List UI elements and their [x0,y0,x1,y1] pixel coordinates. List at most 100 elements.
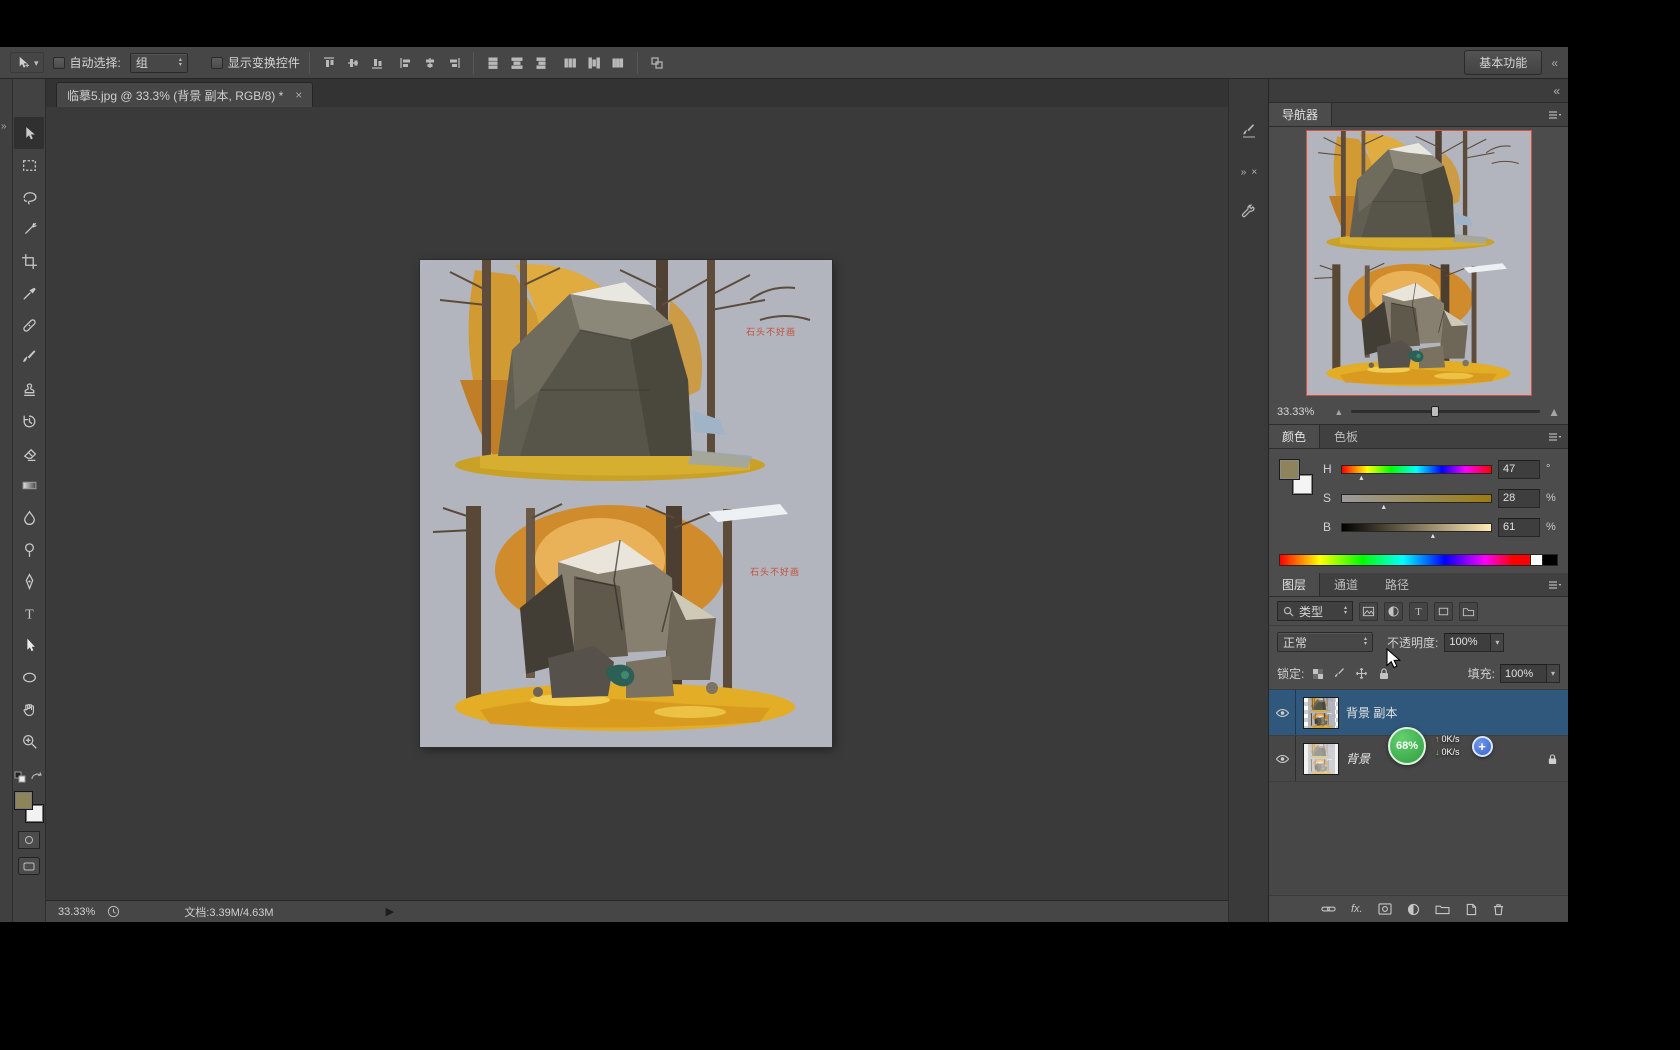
collapse-panels-icon[interactable]: « [1553,84,1560,98]
battery-percent-badge[interactable]: 68% [1388,727,1426,765]
expand-panel-icon[interactable]: » [1241,167,1247,178]
new-adjustment-layer-icon[interactable] [1407,903,1420,916]
foreground-color-swatch[interactable] [1279,459,1300,480]
blend-mode-dropdown[interactable]: 正常 ▴▾ [1277,632,1373,652]
canvas-area[interactable]: 石头不好画 石头不好画 [46,107,1228,900]
close-panel-icon[interactable]: × [1251,167,1257,178]
expand-left-dock-icon[interactable]: » [1,121,7,132]
eraser-tool[interactable] [14,437,44,469]
new-layer-icon[interactable] [1465,903,1477,916]
align-right-icon[interactable] [444,53,464,73]
color-spectrum-ramp[interactable] [1279,554,1530,566]
document-tab[interactable]: 临摹5.jpg @ 33.3% (背景 副本, RGB/8) * × [56,82,313,107]
quick-mask-button[interactable] [18,831,40,849]
type-tool[interactable]: T [14,597,44,629]
eyedropper-tool[interactable] [14,277,44,309]
distribute-bottom-icon[interactable] [531,53,551,73]
hue-slider-thumb[interactable]: ▴ [1359,474,1363,482]
navigator-preview[interactable] [1269,127,1568,399]
brightness-value-field[interactable]: 61 [1498,518,1540,537]
delete-layer-icon[interactable] [1492,903,1505,916]
spectrum-white-swatch[interactable] [1530,554,1542,566]
distribute-hcenter-icon[interactable] [584,53,604,73]
layer-visibility-toggle[interactable] [1269,690,1296,735]
tool-presets-panel-icon[interactable] [1229,123,1269,139]
layer-name[interactable]: 背景 [1346,750,1370,767]
workspace-switcher-button[interactable]: 基本功能 [1464,50,1542,75]
saturation-value-field[interactable]: 28 [1498,489,1540,508]
screen-mode-button[interactable] [18,857,40,875]
show-transform-controls-checkbox[interactable]: 显示变换控件 [211,54,300,71]
lock-transparency-icon[interactable] [1309,665,1326,682]
fill-dropdown-icon[interactable]: ▾ [1546,664,1560,683]
layer-thumbnail[interactable] [1303,743,1339,775]
default-colors-icon[interactable] [14,771,26,783]
filter-type-layers-icon[interactable]: T [1409,602,1428,621]
layer-visibility-toggle[interactable] [1269,736,1296,781]
clone-stamp-tool[interactable] [14,373,44,405]
saturation-slider[interactable]: ▴ [1341,494,1492,503]
align-top-edges-icon[interactable] [319,53,339,73]
zoom-tool[interactable] [14,725,44,757]
zoom-out-mountain-icon[interactable]: ▲ [1334,407,1343,417]
align-vcenter-icon[interactable] [343,53,363,73]
tab-swatches[interactable]: 色板 [1321,425,1371,448]
pen-tool[interactable] [14,565,44,597]
filter-pixel-layers-icon[interactable] [1359,602,1378,621]
opacity-dropdown-icon[interactable]: ▾ [1490,633,1504,652]
auto-select-target-dropdown[interactable]: 组 ▴▾ [130,53,188,73]
tab-color[interactable]: 颜色 [1269,425,1320,448]
zoom-slider-thumb[interactable] [1431,406,1439,417]
link-layers-icon[interactable] [1321,903,1336,915]
distribute-right-icon[interactable] [608,53,628,73]
move-tool[interactable] [14,117,44,149]
zoom-in-mountain-icon[interactable]: ▲ [1548,405,1560,419]
filter-shape-layers-icon[interactable] [1434,602,1453,621]
rectangular-marquee-tool[interactable] [14,149,44,181]
crop-tool[interactable] [14,245,44,277]
history-brush-tool[interactable] [14,405,44,437]
align-hcenter-icon[interactable] [420,53,440,73]
status-menu-arrow-icon[interactable]: ▶ [386,905,394,918]
hand-tool[interactable] [14,693,44,725]
dodge-tool[interactable] [14,533,44,565]
tab-close-icon[interactable]: × [295,88,302,102]
saturation-slider-thumb[interactable]: ▴ [1382,503,1386,511]
panel-menu-icon[interactable] [1548,110,1561,120]
spectrum-black-swatch[interactable] [1542,554,1558,566]
align-bottom-edges-icon[interactable] [367,53,387,73]
brush-tool[interactable] [14,341,44,373]
navigator-zoom-slider[interactable] [1351,410,1540,413]
fill-value-field[interactable]: 100% [1500,664,1546,683]
filter-smart-object-icon[interactable] [1459,602,1478,621]
lock-pixels-icon[interactable] [1331,665,1348,682]
align-left-icon[interactable] [396,53,416,73]
hue-value-field[interactable]: 47 [1498,460,1540,479]
auto-select-checkbox[interactable]: 自动选择: [53,54,121,71]
overlay-add-button[interactable]: + [1472,736,1493,757]
navigator-view-box[interactable] [1306,130,1532,396]
navigator-zoom-field[interactable]: 33.33% [1277,406,1314,418]
tab-channels[interactable]: 通道 [1321,573,1371,596]
distribute-left-icon[interactable] [560,53,580,73]
auto-align-layers-icon[interactable] [647,53,667,73]
layer-name[interactable]: 背景 副本 [1346,704,1397,721]
foreground-color-swatch[interactable] [14,791,33,810]
filter-adjustment-layers-icon[interactable] [1384,602,1403,621]
panel-menu-icon[interactable] [1548,432,1561,442]
ellipse-tool[interactable] [14,661,44,693]
blur-tool[interactable] [14,501,44,533]
status-zoom-field[interactable]: 33.33% [58,906,95,918]
brightness-slider[interactable]: ▴ [1341,523,1492,532]
distribute-top-icon[interactable] [483,53,503,73]
swap-colors-icon[interactable] [30,771,43,783]
new-group-icon[interactable] [1435,903,1450,915]
layer-filter-dropdown[interactable]: 类型 ▴▾ [1277,601,1353,621]
collapse-dock-icon[interactable]: « [1551,56,1558,70]
panel-menu-icon[interactable] [1548,580,1561,590]
properties-panel-icon[interactable] [1229,203,1269,219]
gradient-tool[interactable] [14,469,44,501]
lock-position-icon[interactable] [1353,665,1370,682]
hue-slider[interactable]: ▴ [1341,465,1492,474]
healing-brush-tool[interactable] [14,309,44,341]
